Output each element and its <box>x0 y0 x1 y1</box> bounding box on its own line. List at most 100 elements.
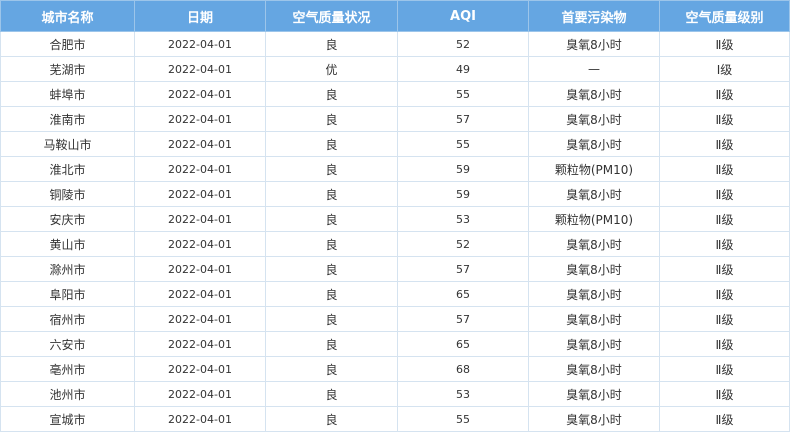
table-row: 黄山市 2022-04-01 良 52 臭氧8小时 Ⅱ级 <box>0 231 790 257</box>
status-cell: 优 <box>265 56 398 82</box>
pollutant-cell: 臭氧8小时 <box>528 356 660 382</box>
table-row: 阜阳市 2022-04-01 良 65 臭氧8小时 Ⅱ级 <box>0 281 790 307</box>
date-cell: 2022-04-01 <box>134 131 266 157</box>
aqi-cell: 57 <box>397 106 529 132</box>
table-row: 淮南市 2022-04-01 良 57 臭氧8小时 Ⅱ级 <box>0 106 790 132</box>
date-cell: 2022-04-01 <box>134 281 266 307</box>
aqi-cell: 57 <box>397 256 529 282</box>
city-name-cell: 合肥市 <box>0 31 135 57</box>
date-cell: 2022-04-01 <box>134 306 266 332</box>
date-cell: 2022-04-01 <box>134 356 266 382</box>
header-row: 城市名称 日期 空气质量状况 AQI 首要污染物 空气质量级别 <box>0 0 790 32</box>
level-cell: Ⅱ级 <box>659 206 790 232</box>
city-name-cell: 黄山市 <box>0 231 135 257</box>
date-cell: 2022-04-01 <box>134 106 266 132</box>
aqi-cell: 68 <box>397 356 529 382</box>
pollutant-cell: 臭氧8小时 <box>528 131 660 157</box>
level-cell: Ⅱ级 <box>659 406 790 432</box>
pollutant-cell: 颗粒物(PM10) <box>528 206 660 232</box>
city-name-cell: 宣城市 <box>0 406 135 432</box>
level-cell: Ⅱ级 <box>659 356 790 382</box>
date-cell: 2022-04-01 <box>134 181 266 207</box>
status-cell: 良 <box>265 181 398 207</box>
level-cell: Ⅱ级 <box>659 306 790 332</box>
status-cell: 良 <box>265 331 398 357</box>
table-row: 合肥市 2022-04-01 良 52 臭氧8小时 Ⅱ级 <box>0 31 790 57</box>
date-cell: 2022-04-01 <box>134 406 266 432</box>
city-name-cell: 蚌埠市 <box>0 81 135 107</box>
table-row: 蚌埠市 2022-04-01 良 55 臭氧8小时 Ⅱ级 <box>0 81 790 107</box>
table-row: 淮北市 2022-04-01 良 59 颗粒物(PM10) Ⅱ级 <box>0 156 790 182</box>
status-cell: 良 <box>265 406 398 432</box>
date-cell: 2022-04-01 <box>134 381 266 407</box>
aqi-cell: 55 <box>397 131 529 157</box>
date-cell: 2022-04-01 <box>134 56 266 82</box>
level-cell: Ⅱ级 <box>659 331 790 357</box>
status-cell: 良 <box>265 356 398 382</box>
pollutant-cell: 臭氧8小时 <box>528 306 660 332</box>
date-cell: 2022-04-01 <box>134 81 266 107</box>
level-cell: Ⅱ级 <box>659 156 790 182</box>
city-name-cell: 芜湖市 <box>0 56 135 82</box>
pollutant-cell: 臭氧8小时 <box>528 106 660 132</box>
city-name-cell: 淮南市 <box>0 106 135 132</box>
city-name-cell: 滁州市 <box>0 256 135 282</box>
pollutant-cell: 臭氧8小时 <box>528 281 660 307</box>
table-row: 安庆市 2022-04-01 良 53 颗粒物(PM10) Ⅱ级 <box>0 206 790 232</box>
pollutant-cell: 臭氧8小时 <box>528 181 660 207</box>
table-row: 宿州市 2022-04-01 良 57 臭氧8小时 Ⅱ级 <box>0 306 790 332</box>
table-header: 城市名称 日期 空气质量状况 AQI 首要污染物 空气质量级别 <box>0 0 790 32</box>
pollutant-cell: 臭氧8小时 <box>528 256 660 282</box>
level-cell: Ⅱ级 <box>659 31 790 57</box>
date-cell: 2022-04-01 <box>134 231 266 257</box>
table-row: 池州市 2022-04-01 良 53 臭氧8小时 Ⅱ级 <box>0 381 790 407</box>
city-name-cell: 阜阳市 <box>0 281 135 307</box>
date-cell: 2022-04-01 <box>134 331 266 357</box>
status-cell: 良 <box>265 381 398 407</box>
aqi-cell: 52 <box>397 231 529 257</box>
header-primary-pollutant: 首要污染物 <box>528 0 660 32</box>
header-city-name: 城市名称 <box>0 0 135 32</box>
pollutant-cell: 臭氧8小时 <box>528 406 660 432</box>
header-aqi: AQI <box>397 0 529 32</box>
date-cell: 2022-04-01 <box>134 31 266 57</box>
aqi-cell: 59 <box>397 181 529 207</box>
aqi-cell: 55 <box>397 406 529 432</box>
city-name-cell: 铜陵市 <box>0 181 135 207</box>
level-cell: Ⅱ级 <box>659 81 790 107</box>
table-row: 铜陵市 2022-04-01 良 59 臭氧8小时 Ⅱ级 <box>0 181 790 207</box>
level-cell: Ⅱ级 <box>659 256 790 282</box>
date-cell: 2022-04-01 <box>134 156 266 182</box>
status-cell: 良 <box>265 131 398 157</box>
table-row: 亳州市 2022-04-01 良 68 臭氧8小时 Ⅱ级 <box>0 356 790 382</box>
aqi-cell: 55 <box>397 81 529 107</box>
aqi-cell: 53 <box>397 381 529 407</box>
aqi-cell: 49 <box>397 56 529 82</box>
status-cell: 良 <box>265 281 398 307</box>
pollutant-cell: — <box>528 56 660 82</box>
pollutant-cell: 臭氧8小时 <box>528 381 660 407</box>
pollutant-cell: 臭氧8小时 <box>528 81 660 107</box>
status-cell: 良 <box>265 206 398 232</box>
date-cell: 2022-04-01 <box>134 206 266 232</box>
aqi-cell: 59 <box>397 156 529 182</box>
city-name-cell: 马鞍山市 <box>0 131 135 157</box>
status-cell: 良 <box>265 156 398 182</box>
table-row: 六安市 2022-04-01 良 65 臭氧8小时 Ⅱ级 <box>0 331 790 357</box>
city-name-cell: 亳州市 <box>0 356 135 382</box>
aqi-cell: 52 <box>397 31 529 57</box>
city-name-cell: 安庆市 <box>0 206 135 232</box>
aqi-cell: 65 <box>397 331 529 357</box>
level-cell: Ⅰ级 <box>659 56 790 82</box>
status-cell: 良 <box>265 256 398 282</box>
header-date: 日期 <box>134 0 266 32</box>
status-cell: 良 <box>265 231 398 257</box>
status-cell: 良 <box>265 31 398 57</box>
city-name-cell: 池州市 <box>0 381 135 407</box>
status-cell: 良 <box>265 306 398 332</box>
header-air-quality-level: 空气质量级别 <box>659 0 790 32</box>
table-row: 宣城市 2022-04-01 良 55 臭氧8小时 Ⅱ级 <box>0 406 790 432</box>
aqi-table: 城市名称 日期 空气质量状况 AQI 首要污染物 空气质量级别 合肥市 2022-… <box>0 0 790 432</box>
city-name-cell: 宿州市 <box>0 306 135 332</box>
status-cell: 良 <box>265 106 398 132</box>
